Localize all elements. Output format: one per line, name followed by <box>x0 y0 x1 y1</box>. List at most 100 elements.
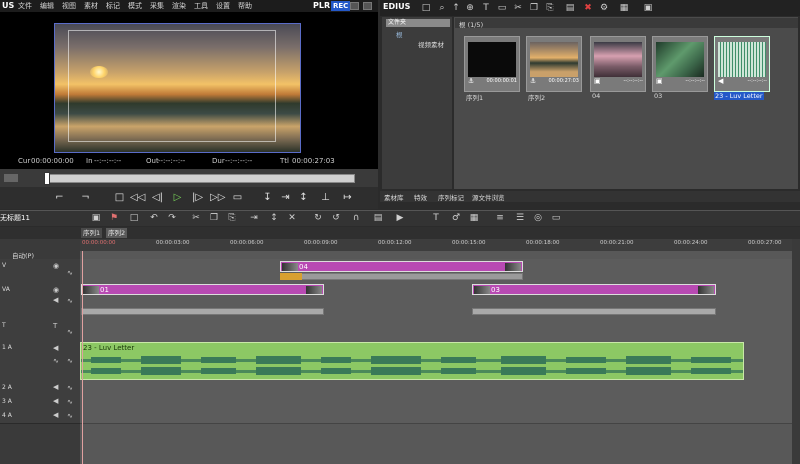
va-audio-bar[interactable] <box>81 308 324 315</box>
link-icon[interactable]: ∿ <box>67 398 73 406</box>
properties-icon[interactable]: ⚙ <box>598 2 610 14</box>
video-clip[interactable]: 01 <box>81 284 324 295</box>
v-mix-bar[interactable] <box>280 273 523 280</box>
clip-label[interactable]: 03 <box>654 92 662 100</box>
rec-label[interactable]: REC <box>331 1 351 11</box>
menu-file[interactable]: 文件 <box>18 0 32 12</box>
record-icon[interactable]: ◎ <box>532 212 544 224</box>
split-icon[interactable]: ↕ <box>268 212 280 224</box>
menu-tools[interactable]: 工具 <box>194 0 208 12</box>
fast-forward-icon[interactable]: ▷▷ <box>210 190 225 205</box>
video-clip[interactable]: 04 <box>280 261 523 272</box>
stop-icon[interactable]: □ <box>112 190 127 205</box>
menu-marker[interactable]: 标记 <box>106 0 120 12</box>
tab-sequence-2[interactable]: 序列2 <box>106 228 128 238</box>
step-back-icon[interactable]: ◁| <box>150 190 165 205</box>
save-icon[interactable]: □ <box>128 212 140 224</box>
menu-render[interactable]: 渲染 <box>172 0 186 12</box>
ripple-icon[interactable]: ↦ <box>340 190 355 205</box>
tree-root-folder[interactable]: 根 <box>396 29 403 39</box>
track-header-va[interactable]: VA ◉ ◀ ∿ <box>0 283 80 320</box>
delete-icon[interactable]: ⊥ <box>318 190 333 205</box>
scrub-bar[interactable] <box>44 174 355 183</box>
clip-label-selected[interactable]: 23 - Luv Letter <box>714 92 764 100</box>
scrub-mini-button[interactable] <box>4 174 18 182</box>
render-icon[interactable]: ▦ <box>468 212 480 224</box>
tree-video-folder[interactable]: 视频素材 <box>418 39 444 49</box>
up-folder-icon[interactable]: ↑ <box>450 2 462 14</box>
mixer-icon[interactable]: ≡ <box>494 212 506 224</box>
rewind-icon[interactable]: ◁◁ <box>130 190 145 205</box>
maximize-button[interactable] <box>363 2 372 10</box>
plr-label[interactable]: PLR <box>313 1 330 11</box>
scrub-handle[interactable] <box>44 172 50 185</box>
copy-icon[interactable]: ❐ <box>208 212 220 224</box>
tab-sequence-markers[interactable]: 序列标记 <box>438 192 464 202</box>
paste-icon[interactable]: ⎘ <box>226 212 238 224</box>
copy-icon[interactable]: ❐ <box>528 2 540 14</box>
audio-clip[interactable]: 23 - Luv Letter <box>80 342 744 380</box>
play-icon[interactable]: ▷ <box>170 190 185 205</box>
link-icon[interactable]: ∿ <box>67 297 73 305</box>
va-audio-bar[interactable] <box>472 308 716 315</box>
delete-icon[interactable]: ✕ <box>286 212 298 224</box>
track-row-a2[interactable] <box>80 381 792 396</box>
clip-label[interactable]: 序列2 <box>528 92 545 102</box>
waveform-icon[interactable]: ∿ <box>53 357 59 365</box>
step-forward-icon[interactable]: |▷ <box>190 190 205 205</box>
track-header-a3[interactable]: 3 A ◀ ∿ <box>0 395 80 410</box>
eye-icon[interactable]: ◉ <box>53 286 59 294</box>
link-icon[interactable]: ∿ <box>67 328 73 336</box>
set-in-icon[interactable]: ⌐ <box>52 190 67 205</box>
rotate-icon[interactable]: ↻ <box>312 212 324 224</box>
cut-icon[interactable]: ✂ <box>190 212 202 224</box>
mic-icon[interactable]: ♂ <box>450 212 462 224</box>
marker-icon[interactable]: ▶ <box>394 212 406 224</box>
speaker-icon[interactable]: ◀ <box>53 383 58 391</box>
redo-icon[interactable]: ↷ <box>166 212 178 224</box>
track-header-a4[interactable]: 4 A ◀ ∿ <box>0 409 80 424</box>
overwrite-icon[interactable]: ⇥ <box>278 190 293 205</box>
open-project-icon[interactable]: ⚑ <box>108 212 120 224</box>
menu-mode[interactable]: 模式 <box>128 0 142 12</box>
speaker-icon[interactable]: ◀ <box>53 411 58 419</box>
menu-view[interactable]: 视图 <box>62 0 76 12</box>
track-row-a3[interactable] <box>80 395 792 410</box>
paste-icon[interactable]: ⎘ <box>544 2 556 14</box>
clip-thumbnail[interactable]: ▣ --:--:--:-- <box>590 36 646 92</box>
set-out-icon[interactable]: ¬ <box>78 190 93 205</box>
speaker-icon[interactable]: ◀ <box>53 397 58 405</box>
view-mode-icon[interactable]: ▦ <box>618 2 630 14</box>
track-row-a4[interactable] <box>80 409 792 424</box>
clip-thumbnail[interactable]: ▣ --:--:--:-- <box>652 36 708 92</box>
track-row-t[interactable] <box>80 319 792 342</box>
split-icon[interactable]: ↕ <box>296 190 311 205</box>
title-track-icon[interactable]: T <box>53 322 57 330</box>
menu-help[interactable]: 帮助 <box>238 0 252 12</box>
delete-clip-icon[interactable]: ✖ <box>582 2 594 14</box>
track-header-v[interactable]: V ◉ ∿ <box>0 259 80 284</box>
folder-icon[interactable]: □ <box>420 2 432 14</box>
eye-icon[interactable]: ◉ <box>53 262 59 270</box>
menu-capture[interactable]: 采集 <box>150 0 164 12</box>
magnet-icon[interactable]: ∩ <box>350 212 362 224</box>
cut-icon[interactable]: ✂ <box>512 2 524 14</box>
search-icon[interactable]: ⌕ <box>436 2 448 14</box>
title-icon[interactable]: T <box>430 212 442 224</box>
tab-effects[interactable]: 特效 <box>414 192 427 202</box>
track-header-t[interactable]: T T ∿ <box>0 319 80 342</box>
tab-bin[interactable]: 素材库 <box>384 192 404 202</box>
minimize-button[interactable] <box>350 2 359 10</box>
ripple-delete-icon[interactable]: ⇥ <box>248 212 260 224</box>
group-icon[interactable]: ▤ <box>372 212 384 224</box>
link-icon[interactable]: ∿ <box>67 357 73 365</box>
snap-icon[interactable]: ↺ <box>330 212 342 224</box>
tab-source-browser[interactable]: 源文件浏览 <box>472 192 505 202</box>
clip-label[interactable]: 序列1 <box>466 92 483 102</box>
link-icon[interactable]: ∿ <box>67 384 73 392</box>
speaker-icon[interactable]: ◀ <box>53 296 58 304</box>
audio-mixer-icon[interactable]: ☰ <box>514 212 526 224</box>
panel-menu-icon[interactable]: ▣ <box>642 2 654 14</box>
link-icon[interactable]: ∿ <box>67 412 73 420</box>
speaker-icon[interactable]: ◀ <box>53 344 58 352</box>
